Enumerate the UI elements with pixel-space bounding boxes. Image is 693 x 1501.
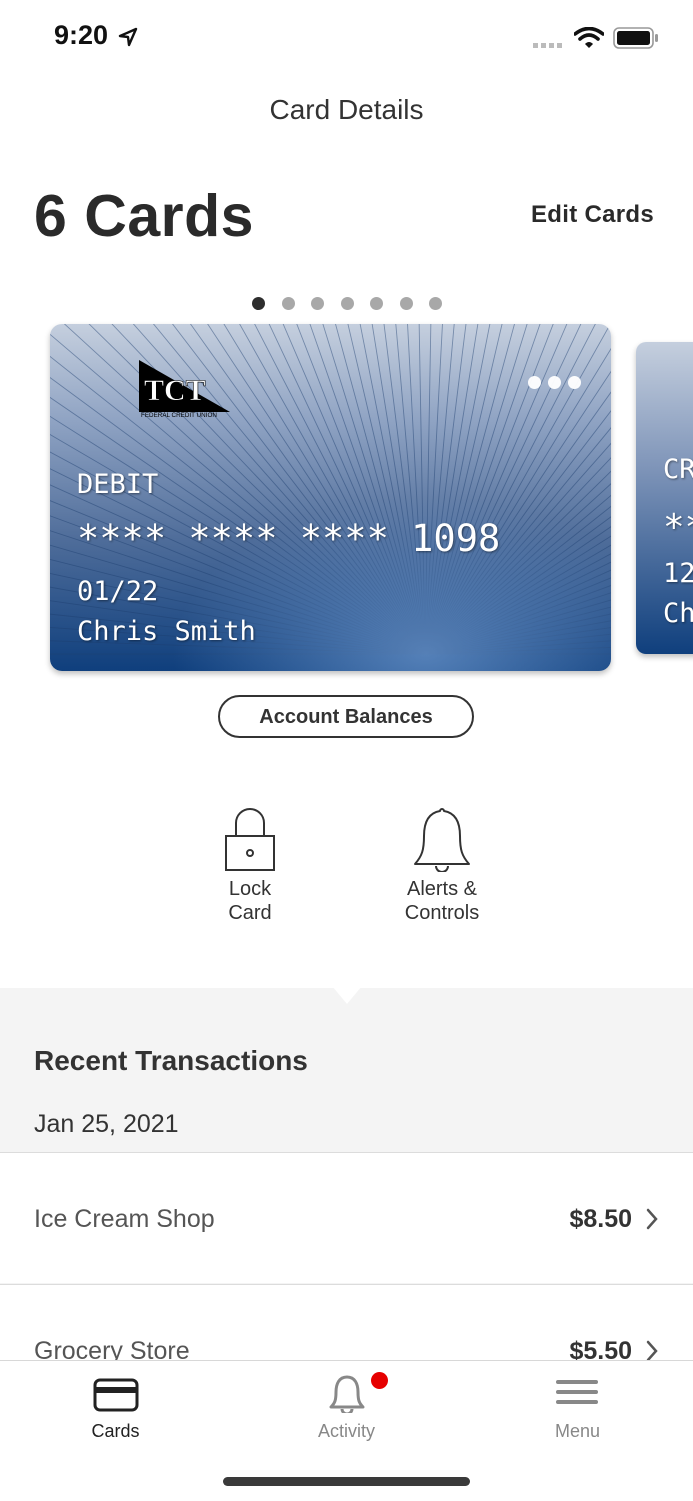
card-holder-name: Chris Smith — [77, 616, 256, 647]
transactions-date: Jan 25, 2021 — [34, 1110, 179, 1138]
page-dot[interactable] — [281, 297, 295, 310]
account-balances-button[interactable]: Account Balances — [218, 695, 474, 738]
recent-transactions-heading: Recent Transactions — [34, 1045, 308, 1076]
alerts-label-1: Alerts & — [406, 878, 478, 900]
transaction-merchant: Ice Cream Shop — [34, 1205, 215, 1233]
location-arrow-icon — [118, 27, 138, 47]
battery-icon — [613, 27, 658, 49]
card-page-indicator[interactable] — [252, 297, 452, 311]
section-pointer — [332, 986, 362, 1004]
page-dot[interactable] — [311, 297, 324, 310]
notification-badge — [371, 1372, 388, 1389]
next-card-expiry: 12 — [663, 558, 693, 589]
tab-activity[interactable]: Activity — [231, 1361, 462, 1451]
page-dot[interactable] — [399, 297, 413, 310]
next-card-holder: Ch — [663, 598, 693, 629]
next-card-type: CR — [663, 454, 693, 485]
page-dot[interactable] — [252, 297, 265, 310]
card-type-label: DEBIT — [77, 469, 159, 500]
tab-menu[interactable]: Menu — [462, 1361, 693, 1451]
cellular-signal-icon — [533, 43, 562, 48]
card-expiry: 01/22 — [77, 576, 159, 607]
alerts-label-2: Controls — [404, 902, 480, 924]
cards-count-heading: 6 Cards — [34, 183, 254, 249]
page-title: Card Details — [269, 94, 424, 125]
chevron-right-icon — [646, 1208, 658, 1230]
recent-transactions-section: Ice Cream Shop $8.50 Grocery Store $5.50 — [0, 988, 693, 1415]
tab-cards-label: Cards — [91, 1421, 140, 1441]
home-indicator — [223, 1477, 470, 1486]
card-number: **** **** **** 1098 — [77, 517, 501, 560]
lock-icon — [225, 808, 275, 871]
edit-cards-button[interactable]: Edit Cards — [531, 201, 654, 229]
svg-text:TCT: TCT — [144, 374, 206, 407]
chevron-right-icon — [646, 1340, 658, 1362]
issuer-logo: TCT FEDERAL CREDIT UNION — [139, 360, 230, 418]
wifi-icon — [574, 27, 604, 48]
bell-icon — [329, 1375, 365, 1413]
card-icon — [93, 1378, 139, 1412]
lock-card-button[interactable]: Lock Card — [180, 806, 320, 925]
card-more-options-button[interactable] — [528, 376, 584, 390]
lock-card-label-1: Lock — [228, 878, 272, 900]
alerts-controls-button[interactable]: Alerts & Controls — [372, 806, 512, 925]
tab-activity-label: Activity — [317, 1421, 375, 1441]
transaction-row[interactable]: Ice Cream Shop $8.50 — [0, 1152, 693, 1283]
lock-card-label-2: Card — [228, 902, 272, 924]
page-dot[interactable] — [429, 297, 442, 310]
next-card-peek[interactable]: CR ** 12 Ch — [636, 342, 693, 654]
tab-menu-label: Menu — [554, 1421, 601, 1441]
tab-cards[interactable]: Cards — [0, 1361, 231, 1451]
hamburger-icon — [556, 1380, 598, 1404]
bell-icon — [414, 808, 470, 873]
next-card-number: ** — [663, 507, 693, 548]
debit-card[interactable]: TCT FEDERAL CREDIT UNION DEBIT **** ****… — [50, 324, 611, 671]
svg-text:FEDERAL CREDIT UNION: FEDERAL CREDIT UNION — [141, 412, 217, 418]
page-dot[interactable] — [340, 297, 354, 310]
status-time: 9:20 — [54, 20, 109, 50]
transaction-amount: $8.50 — [569, 1205, 632, 1233]
page-dot[interactable] — [370, 297, 383, 310]
